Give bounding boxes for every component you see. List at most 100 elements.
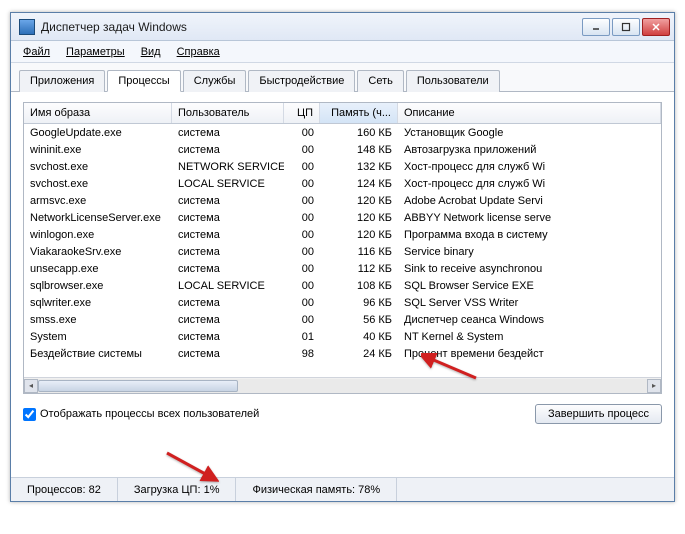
cell-image: ViakaraokeSrv.exe [24,246,172,258]
show-all-users-input[interactable] [23,408,36,421]
cell-cpu: 00 [284,212,320,224]
cell-mem: 116 КБ [320,246,398,258]
cell-user: система [172,297,284,309]
titlebar[interactable]: Диспетчер задач Windows [11,13,674,41]
table-row[interactable]: ViakaraokeSrv.exeсистема00116 КБService … [24,243,661,260]
show-all-users-checkbox[interactable]: Отображать процессы всех пользователей [23,408,259,421]
menubar: Файл Параметры Вид Справка [11,41,674,63]
cell-user: NETWORK SERVICE [172,161,284,173]
scroll-thumb[interactable] [38,380,238,392]
close-button[interactable] [642,18,670,36]
tab-services[interactable]: Службы [183,70,247,92]
tab-applications[interactable]: Приложения [19,70,105,92]
table-row[interactable]: svchost.exeLOCAL SERVICE00124 КБХост-про… [24,175,661,192]
cell-user: система [172,314,284,326]
menu-view[interactable]: Вид [135,44,167,60]
cell-desc: Service binary [398,246,661,258]
cell-image: NetworkLicenseServer.exe [24,212,172,224]
cell-mem: 40 КБ [320,331,398,343]
scroll-track[interactable] [38,379,647,393]
cell-desc: SQL Browser Service EXE [398,280,661,292]
cell-desc: Диспетчер сеанса Windows [398,314,661,326]
col-image-name[interactable]: Имя образа [24,103,172,123]
column-headers: Имя образа Пользователь ЦП Память (ч... … [24,103,661,124]
cell-image: System [24,331,172,343]
col-cpu[interactable]: ЦП [284,103,320,123]
menu-help[interactable]: Справка [171,44,226,60]
app-icon [19,19,35,35]
tab-processes[interactable]: Процессы [107,70,180,92]
cell-desc: Хост-процесс для служб Wi [398,161,661,173]
menu-file[interactable]: Файл [17,44,56,60]
cell-user: LOCAL SERVICE [172,280,284,292]
table-row[interactable]: armsvc.exeсистема00120 КБAdobe Acrobat U… [24,192,661,209]
cell-mem: 108 КБ [320,280,398,292]
cell-cpu: 00 [284,263,320,275]
tabstrip: Приложения Процессы Службы Быстродействи… [11,63,674,92]
scroll-right-arrow[interactable]: ▸ [647,379,661,393]
table-row[interactable]: GoogleUpdate.exeсистема00160 КБУстановщи… [24,124,661,141]
table-row[interactable]: Бездействие системысистема9824 КБПроцент… [24,345,661,362]
cell-image: armsvc.exe [24,195,172,207]
cell-cpu: 00 [284,127,320,139]
table-row[interactable]: winlogon.exeсистема00120 КБПрограмма вхо… [24,226,661,243]
cell-user: система [172,331,284,343]
process-rows: GoogleUpdate.exeсистема00160 КБУстановщи… [24,124,661,377]
tab-users[interactable]: Пользователи [406,70,500,92]
cell-mem: 124 КБ [320,178,398,190]
table-row[interactable]: svchost.exeNETWORK SERVICE00132 КБХост-п… [24,158,661,175]
cell-desc: ABBYY Network license serve [398,212,661,224]
task-manager-window: Диспетчер задач Windows Файл Параметры В… [10,12,675,502]
tab-network[interactable]: Сеть [357,70,403,92]
cell-cpu: 00 [284,161,320,173]
cell-user: система [172,348,284,360]
cell-mem: 96 КБ [320,297,398,309]
window-title: Диспетчер задач Windows [41,20,582,34]
cell-user: система [172,263,284,275]
col-memory[interactable]: Память (ч... [320,103,398,123]
cell-image: sqlbrowser.exe [24,280,172,292]
cell-image: wininit.exe [24,144,172,156]
cell-cpu: 00 [284,280,320,292]
content-area: Имя образа Пользователь ЦП Память (ч... … [11,92,674,434]
table-row[interactable]: sqlwriter.exeсистема0096 КБSQL Server VS… [24,294,661,311]
cell-desc: Программа входа в систему [398,229,661,241]
status-processes: Процессов: 82 [11,478,118,501]
scroll-left-arrow[interactable]: ◂ [24,379,38,393]
horizontal-scrollbar[interactable]: ◂ ▸ [24,377,661,393]
table-row[interactable]: wininit.exeсистема00148 КБАвтозагрузка п… [24,141,661,158]
show-all-users-label: Отображать процессы всех пользователей [40,408,259,420]
table-row[interactable]: NetworkLicenseServer.exeсистема00120 КБA… [24,209,661,226]
end-process-button[interactable]: Завершить процесс [535,404,662,424]
cell-mem: 160 КБ [320,127,398,139]
cell-mem: 120 КБ [320,229,398,241]
cell-desc: NT Kernel & System [398,331,661,343]
cell-user: система [172,195,284,207]
menu-options[interactable]: Параметры [60,44,131,60]
cell-image: GoogleUpdate.exe [24,127,172,139]
table-row[interactable]: sqlbrowser.exeLOCAL SERVICE00108 КБSQL B… [24,277,661,294]
maximize-button[interactable] [612,18,640,36]
col-description[interactable]: Описание [398,103,661,123]
status-memory: Физическая память: 78% [236,478,397,501]
cell-cpu: 01 [284,331,320,343]
cell-user: LOCAL SERVICE [172,178,284,190]
table-row[interactable]: smss.exeсистема0056 КБДиспетчер сеанса W… [24,311,661,328]
col-user[interactable]: Пользователь [172,103,284,123]
cell-mem: 148 КБ [320,144,398,156]
cell-user: система [172,144,284,156]
tab-performance[interactable]: Быстродействие [248,70,355,92]
cell-mem: 24 КБ [320,348,398,360]
cell-image: svchost.exe [24,161,172,173]
status-cpu: Загрузка ЦП: 1% [118,478,237,501]
cell-user: система [172,127,284,139]
cell-mem: 56 КБ [320,314,398,326]
cell-cpu: 00 [284,314,320,326]
cell-desc: Хост-процесс для служб Wi [398,178,661,190]
statusbar: Процессов: 82 Загрузка ЦП: 1% Физическая… [11,477,674,501]
minimize-button[interactable] [582,18,610,36]
cell-cpu: 00 [284,178,320,190]
table-row[interactable]: unsecapp.exeсистема00112 КБSink to recei… [24,260,661,277]
cell-cpu: 00 [284,297,320,309]
table-row[interactable]: Systemсистема0140 КБNT Kernel & System [24,328,661,345]
